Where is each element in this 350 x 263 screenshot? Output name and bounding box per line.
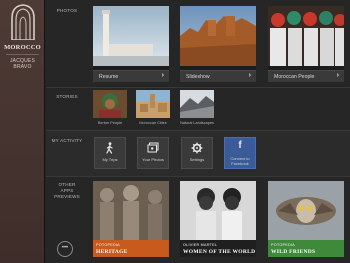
chevron-right-icon: › bbox=[248, 72, 251, 79]
more-button[interactable]: ••• bbox=[57, 241, 73, 257]
author-last-name: BRAVO bbox=[13, 64, 32, 70]
preview-wild-friends[interactable]: POTOPEDIA WILD FRIENDS bbox=[268, 181, 344, 257]
berber-people-thumbnail bbox=[93, 90, 127, 118]
connect-facebook-label-line2: Facebook bbox=[231, 161, 249, 166]
gear-icon bbox=[191, 142, 203, 154]
women-of-the-world-publisher: OLIVIER MARTEL bbox=[183, 243, 218, 247]
natural-landscapes-thumbnail bbox=[180, 90, 214, 118]
photo-label-slideshow: Slideshow bbox=[186, 74, 210, 80]
photo-bar-resume: Resume › bbox=[93, 70, 169, 82]
wild-friends-title: WILD FRIENDS bbox=[271, 249, 316, 255]
heritage-banner: POTOPEDIA HERITAGE bbox=[93, 240, 169, 257]
sidebar: MOROCCO JACQUES BRAVO bbox=[0, 0, 45, 263]
chevron-right-icon: › bbox=[336, 72, 339, 79]
women-of-the-world-title: WOMEN OF THE WORLD bbox=[183, 249, 256, 255]
mosque-photo bbox=[93, 6, 169, 66]
section-label-previews: OTHER APPS PREVIEWS bbox=[46, 182, 88, 200]
photo-bar-moroccan-people: Moroccan People › bbox=[268, 70, 344, 82]
photo-card-moroccan-people[interactable]: Moroccan People › bbox=[268, 6, 344, 82]
settings-button[interactable]: Settings bbox=[181, 137, 213, 169]
photo-label-resume: Resume bbox=[99, 74, 119, 80]
section-label-activity: MY ACTIVITY bbox=[51, 138, 83, 143]
preview-women-of-the-world[interactable]: OLIVIER MARTEL WOMEN OF THE WORLD bbox=[180, 181, 256, 257]
story-label-moroccan-cities: Moroccan Cities bbox=[139, 121, 167, 125]
walking-person-icon bbox=[106, 142, 113, 154]
facebook-icon: f bbox=[238, 140, 242, 151]
my-trips-button[interactable]: My Trips bbox=[94, 137, 126, 169]
moroccan-cities-thumbnail bbox=[136, 90, 170, 118]
photo-card-resume[interactable]: Resume › bbox=[93, 6, 169, 82]
section-label-photos: PHOTOS bbox=[56, 8, 78, 13]
arch-logo-icon bbox=[11, 4, 35, 40]
heritage-publisher: POTOPEDIA bbox=[96, 243, 120, 247]
photos-icon bbox=[147, 142, 159, 153]
app-title: MOROCCO bbox=[4, 44, 41, 51]
story-moroccan-cities[interactable]: Moroccan Cities bbox=[136, 90, 170, 125]
story-label-natural-landscapes: Natural Landscapes bbox=[180, 121, 214, 125]
wild-friends-banner: POTOPEDIA WILD FRIENDS bbox=[268, 240, 344, 257]
women-of-the-world-banner: OLIVIER MARTEL WOMEN OF THE WORLD bbox=[180, 240, 256, 257]
your-photos-button[interactable]: Your Photos bbox=[137, 137, 169, 169]
author-name: JACQUES BRAVO bbox=[0, 58, 45, 70]
story-berber-people[interactable]: Berber People bbox=[93, 90, 127, 125]
settings-label: Settings bbox=[189, 157, 205, 162]
connect-facebook-label: Connect to Facebook bbox=[225, 156, 255, 166]
section-label-stories: STORIES bbox=[56, 94, 78, 99]
kasbah-photo bbox=[180, 6, 256, 66]
previews-label-line3: PREVIEWS bbox=[54, 194, 80, 199]
story-natural-landscapes[interactable]: Natural Landscapes bbox=[180, 90, 214, 125]
connect-facebook-button[interactable]: f Connect to Facebook bbox=[224, 137, 256, 169]
preview-heritage[interactable]: POTOPEDIA HERITAGE bbox=[93, 181, 169, 257]
sidebar-divider bbox=[6, 54, 39, 55]
chevron-right-icon: › bbox=[161, 72, 164, 79]
photo-card-slideshow[interactable]: Slideshow › bbox=[180, 6, 256, 82]
your-photos-label: Your Photos bbox=[142, 157, 164, 162]
photo-label-moroccan-people: Moroccan People bbox=[274, 74, 315, 80]
wild-friends-publisher: POTOPEDIA bbox=[271, 243, 295, 247]
my-trips-label: My Trips bbox=[102, 157, 118, 162]
photo-bar-slideshow: Slideshow › bbox=[180, 70, 256, 82]
people-photo bbox=[268, 6, 344, 66]
heritage-title: HERITAGE bbox=[96, 249, 128, 255]
story-label-berber-people: Berber People bbox=[97, 121, 123, 125]
